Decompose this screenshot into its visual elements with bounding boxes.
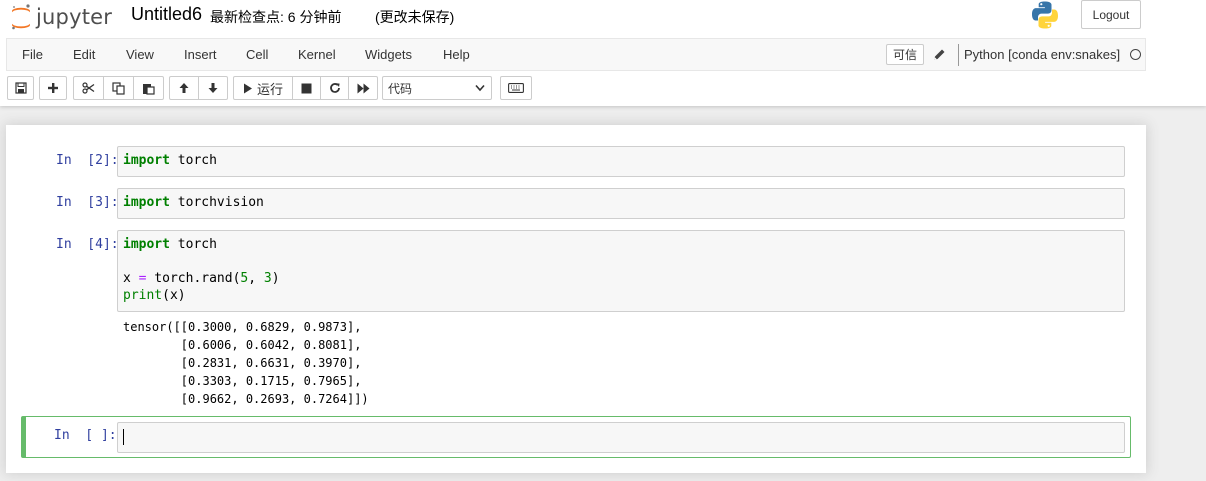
- code-line: import torchvision: [123, 194, 1119, 211]
- refresh-icon: [329, 83, 340, 93]
- code-line: print(x): [123, 287, 1119, 304]
- checkpoint-status: 最新检查点: 6 分钟前: [210, 9, 342, 25]
- code-token: ,: [248, 271, 264, 286]
- header: jupyter Untitled6 最新检查点: 6 分钟前 (更改未保存) L…: [0, 0, 1206, 106]
- selected-cell[interactable]: In [ ]:: [21, 416, 1131, 458]
- keyboard-icon: [508, 83, 524, 93]
- run-label: 运行: [256, 81, 283, 97]
- menu-edit[interactable]: Edit: [73, 47, 95, 62]
- menu-insert[interactable]: Insert: [184, 47, 217, 62]
- menubar: File Edit View Insert Cell Kernel Widget…: [6, 38, 1146, 71]
- menu-widgets[interactable]: Widgets: [365, 47, 412, 62]
- arrow-up-icon: [179, 83, 189, 93]
- move-up-button[interactable]: [169, 76, 199, 100]
- code-token: import: [123, 237, 170, 252]
- cell-type-value: 代码: [388, 81, 413, 96]
- cell-output: tensor([[0.3000, 0.6829, 0.9873], [0.600…: [123, 320, 369, 406]
- code-token: ): [271, 271, 280, 286]
- scissors-icon: [82, 82, 95, 94]
- code-line: import torch: [123, 236, 1119, 253]
- pencil-icon[interactable]: [931, 47, 947, 63]
- code-token: torch: [169, 153, 217, 168]
- arrow-down-icon: [208, 83, 218, 93]
- plus-icon: [48, 83, 58, 93]
- restart-button[interactable]: [320, 76, 349, 100]
- code-token: torch: [169, 237, 217, 252]
- code-token: print: [123, 288, 163, 303]
- code-cell-input-active[interactable]: [117, 422, 1125, 453]
- kernel-name[interactable]: Python [conda env:snakes]: [964, 47, 1120, 62]
- chevron-down-icon: [475, 84, 485, 92]
- python-logo-icon: [1032, 1, 1058, 29]
- restart-run-all-button[interactable]: [348, 76, 378, 100]
- notebook-name[interactable]: Untitled6: [131, 4, 202, 25]
- copy-icon: [112, 81, 125, 95]
- kernel-idle-icon: [1130, 49, 1141, 60]
- kernel-separator: [958, 44, 959, 66]
- code-cell-input[interactable]: import torch: [117, 146, 1125, 177]
- cell-prompt: In [3]:: [56, 195, 119, 210]
- save-icon: [14, 82, 27, 94]
- interrupt-button[interactable]: [292, 76, 321, 100]
- cut-button[interactable]: [73, 76, 104, 100]
- command-palette-button[interactable]: [500, 76, 532, 100]
- logout-button[interactable]: Logout: [1081, 0, 1141, 29]
- paste-icon: [143, 83, 155, 95]
- code-token: 3: [263, 271, 272, 286]
- top-bar: jupyter Untitled6 最新检查点: 6 分钟前 (更改未保存) L…: [0, 0, 1206, 38]
- code-cell-input[interactable]: import torch x = torch.rand(5, 3) print(x): [117, 230, 1125, 312]
- code-token: import: [123, 195, 170, 210]
- stop-icon: [301, 83, 312, 93]
- code-token: (x): [162, 288, 186, 303]
- add-cell-button[interactable]: [39, 76, 67, 100]
- paste-button[interactable]: [133, 76, 164, 100]
- copy-button[interactable]: [103, 76, 134, 100]
- menu-help[interactable]: Help: [443, 47, 470, 62]
- code-line: import torch: [123, 152, 1119, 169]
- autosave-status: (更改未保存): [375, 9, 455, 25]
- toolbar: 运行 代码: [0, 74, 1206, 104]
- notebook-container: In [2]: import torch In [3]: import torc…: [6, 125, 1146, 473]
- cell-prompt: In [ ]:: [54, 428, 117, 443]
- menu-cell[interactable]: Cell: [246, 47, 268, 62]
- code-token: torchvision: [169, 195, 264, 210]
- menu-file[interactable]: File: [22, 47, 43, 62]
- text-cursor: [123, 428, 124, 445]
- cell-type-select[interactable]: 代码: [382, 76, 492, 100]
- save-button[interactable]: [7, 76, 34, 100]
- trusted-indicator[interactable]: 可信: [886, 44, 925, 65]
- cell-prompt: In [2]:: [56, 153, 119, 168]
- code-token: torch.rand(: [146, 271, 241, 286]
- play-icon: [243, 83, 252, 93]
- code-token: import: [123, 153, 170, 168]
- menu-view[interactable]: View: [126, 47, 154, 62]
- code-line: x = torch.rand(5, 3): [123, 270, 1119, 287]
- jupyter-logo[interactable]: jupyter: [10, 0, 112, 34]
- run-button[interactable]: 运行: [233, 76, 293, 100]
- menu-kernel[interactable]: Kernel: [298, 47, 336, 62]
- code-cell-input[interactable]: import torchvision: [117, 188, 1125, 219]
- cell-prompt: In [4]:: [56, 237, 119, 252]
- move-down-button[interactable]: [198, 76, 228, 100]
- jupyter-logo-icon: [12, 4, 30, 30]
- jupyter-logo-text: jupyter: [36, 5, 113, 29]
- code-token: x: [123, 271, 139, 286]
- fast-forward-icon: [357, 83, 369, 93]
